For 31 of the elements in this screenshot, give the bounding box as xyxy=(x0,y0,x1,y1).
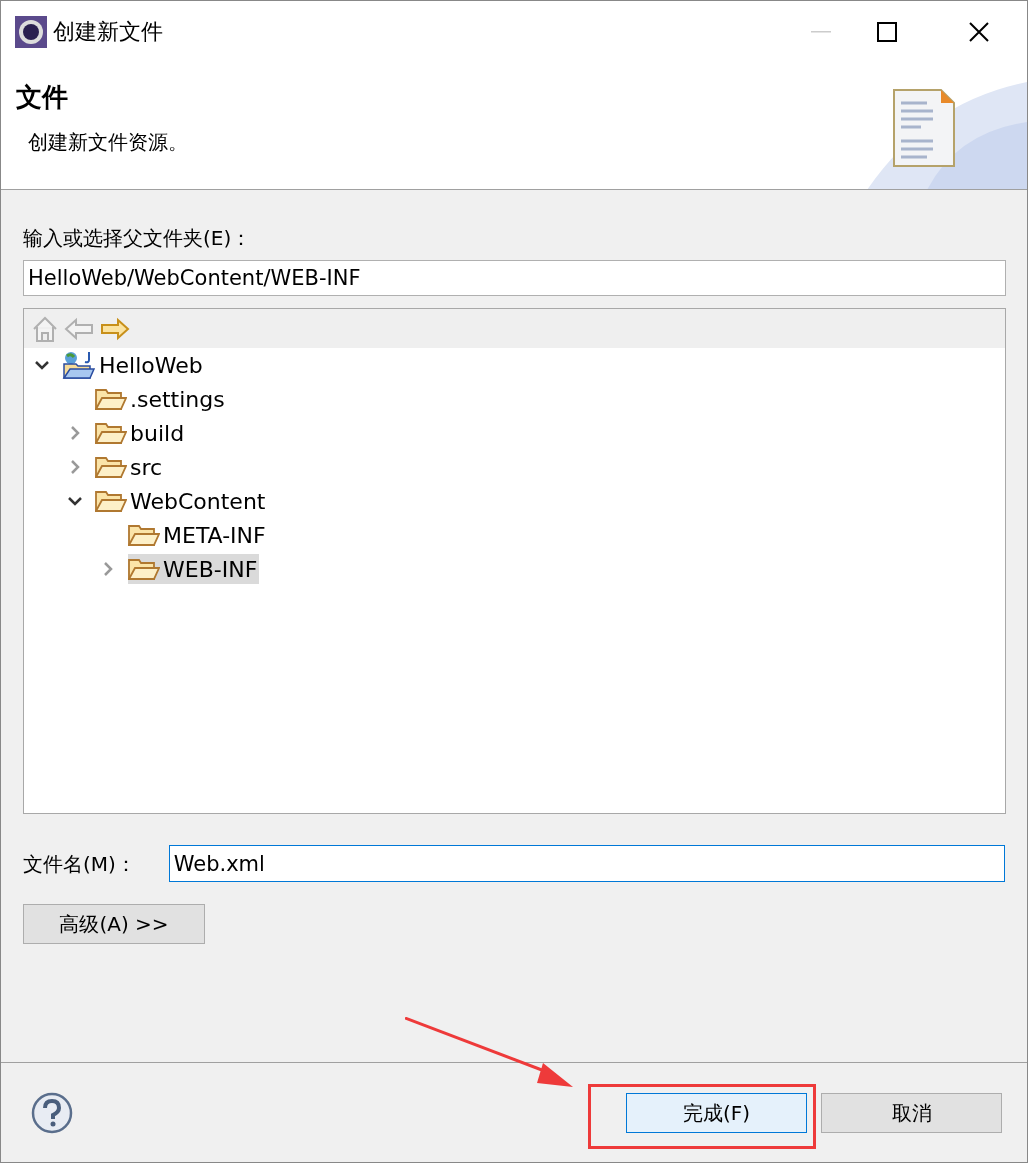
folder-field[interactable]: HelloWeb/WebContent/WEB-INF xyxy=(23,260,1006,296)
field-label: 文件名(M)： xyxy=(23,850,137,878)
folder-icon xyxy=(128,557,160,581)
file-name-field[interactable]: Web.xml xyxy=(168,845,1005,882)
tree-item[interactable]: META-INF xyxy=(128,520,268,550)
window-title: 创建新文件 xyxy=(53,18,163,46)
help-icon[interactable] xyxy=(31,1091,73,1134)
close-icon[interactable] xyxy=(969,21,989,42)
finish-button[interactable]: 完成(F) xyxy=(626,1092,807,1133)
folder-icon xyxy=(95,387,127,411)
tree-item[interactable]: .settings xyxy=(95,384,227,414)
document-icon xyxy=(893,89,955,167)
folder-icon xyxy=(95,455,127,479)
minimize-icon[interactable] xyxy=(811,30,831,33)
project-folder-icon xyxy=(62,350,96,380)
tree-item[interactable]: build xyxy=(95,418,187,448)
tree-item[interactable]: WEB-INF xyxy=(128,554,260,584)
folder-icon xyxy=(95,421,127,445)
tree-item[interactable]: HelloWeb xyxy=(62,350,205,380)
page-description: 创建新文件资源。 xyxy=(28,129,188,156)
cancel-button[interactable]: 取消 xyxy=(821,1092,1002,1133)
field-label: 输入或选择父文件夹(E)： xyxy=(23,225,253,252)
folder-icon xyxy=(128,523,160,547)
tree-item[interactable]: src xyxy=(95,452,165,482)
page-title: 文件 xyxy=(16,81,69,114)
maximize-icon[interactable] xyxy=(877,21,897,42)
forward-arrow-icon[interactable] xyxy=(100,316,130,341)
app-icon xyxy=(15,15,47,48)
folder-icon xyxy=(95,489,127,513)
tree-item[interactable]: WebContent xyxy=(95,486,268,516)
advanced-button[interactable]: 高级(A) >> xyxy=(23,904,205,944)
